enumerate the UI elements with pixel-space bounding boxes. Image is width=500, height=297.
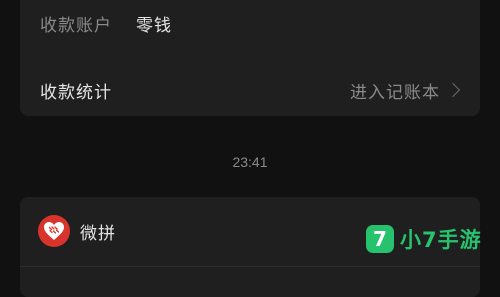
- receipt-stats-row[interactable]: 收款统计 进入记账本: [40, 77, 461, 103]
- watermark-badge-icon: 7: [366, 225, 394, 253]
- divider: [20, 266, 480, 267]
- stats-label: 收款统计: [40, 82, 112, 103]
- sender-row: 微拼: [38, 215, 116, 247]
- pinduoduo-heart-logo-icon: [38, 215, 70, 247]
- account-value: 零钱: [136, 15, 172, 36]
- watermark-logo: 7 小7手游: [366, 224, 482, 254]
- account-row: 收款账户 零钱: [40, 10, 460, 36]
- account-label: 收款账户: [40, 15, 112, 36]
- open-ledger-link[interactable]: 进入记账本: [350, 78, 461, 103]
- sender-name: 微拼: [80, 223, 116, 244]
- open-ledger-label: 进入记账本: [350, 82, 440, 103]
- watermark-text: 小7手游: [400, 228, 482, 252]
- chevron-right-icon: [445, 82, 461, 98]
- message-timestamp: 23:41: [232, 154, 268, 170]
- payment-detail-card: 收款账户 零钱 收款统计 进入记账本: [20, 0, 480, 116]
